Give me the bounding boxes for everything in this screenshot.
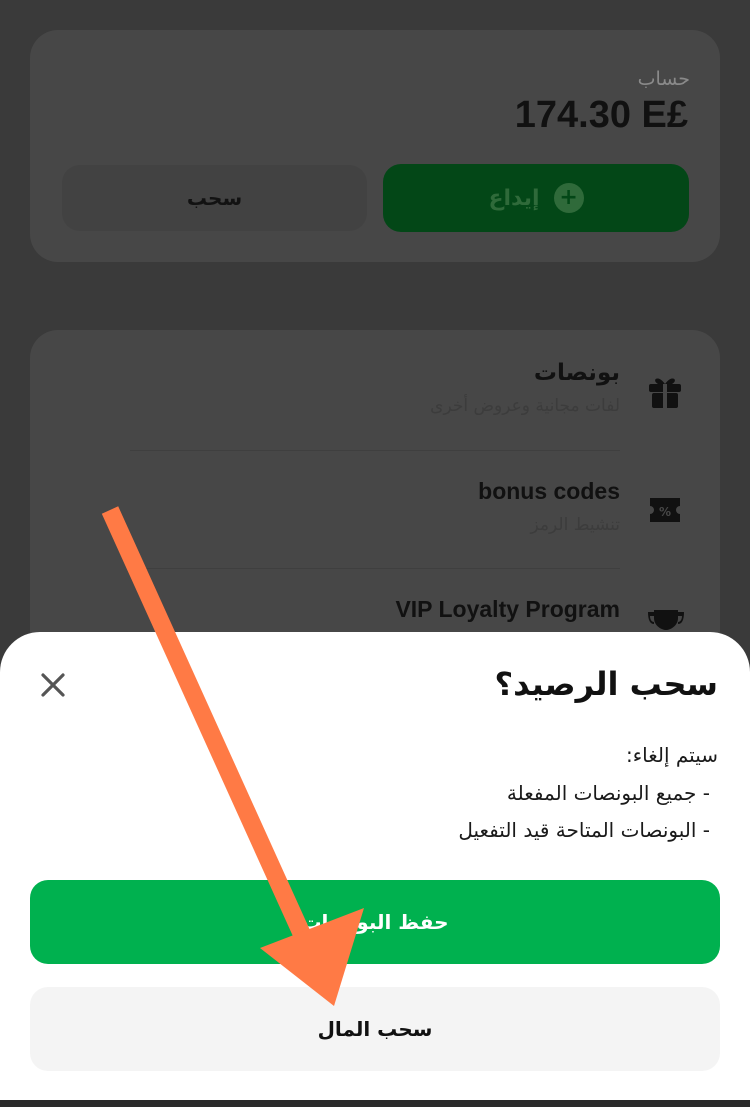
annotation-arrow bbox=[101, 506, 364, 1006]
bottom-bar bbox=[0, 1100, 750, 1107]
